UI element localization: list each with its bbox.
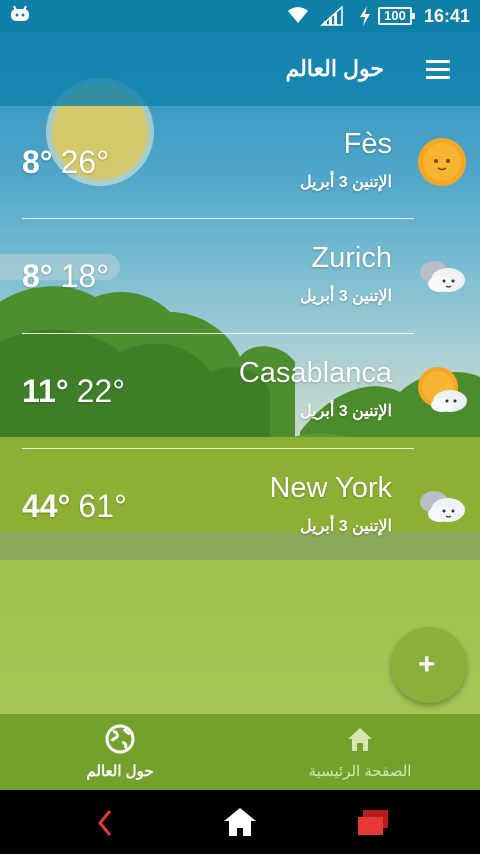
sunny-icon xyxy=(418,138,466,186)
status-clock: 16:41 xyxy=(424,6,471,26)
temperature-range: 8° 18° xyxy=(22,258,109,295)
city-name: Fès xyxy=(343,128,392,160)
city-row-new-york[interactable]: 44° 61° New York الإتنين 3 أبريل xyxy=(22,450,465,564)
city-name: Casablanca xyxy=(238,357,392,389)
high-temperature: 61° xyxy=(78,488,127,524)
back-icon[interactable] xyxy=(92,808,120,838)
low-temperature: 8° xyxy=(22,144,53,180)
row-divider xyxy=(22,448,414,449)
city-row-fes[interactable]: 8° 26° Fès الإتنين 3 أبريل xyxy=(22,106,466,220)
tab-home[interactable]: الصفحة الرئيسية xyxy=(240,714,480,790)
low-temperature: 44° xyxy=(22,488,71,524)
system-navigation-bar xyxy=(0,790,480,854)
city-name: New York xyxy=(269,472,392,504)
hamburger-menu-icon[interactable] xyxy=(426,60,450,84)
globe-icon xyxy=(105,724,135,754)
row-divider xyxy=(22,218,414,219)
high-temperature: 18° xyxy=(60,258,109,294)
home-icon xyxy=(348,728,372,751)
battery-level: 100 xyxy=(378,7,415,25)
bottom-tab-bar: حول العالم الصفحة الرئيسية xyxy=(0,714,480,790)
forecast-date: الإتنين 3 أبريل xyxy=(300,403,392,420)
charging-icon xyxy=(360,6,370,26)
wifi-icon xyxy=(288,7,308,23)
add-city-button[interactable]: + xyxy=(391,627,467,703)
recent-apps-icon[interactable] xyxy=(356,808,390,838)
temperature-range: 44° 61° xyxy=(22,488,127,525)
tab-label: الصفحة الرئيسية xyxy=(308,763,412,780)
add-icon: + xyxy=(418,648,436,681)
android-notification-icon xyxy=(11,6,29,21)
city-name: Zurich xyxy=(311,242,392,274)
temperature-range: 8° 26° xyxy=(22,144,109,181)
status-bar: 100 16:41 xyxy=(0,0,480,32)
app-toolbar: حول العالم xyxy=(0,32,480,106)
low-temperature: 8° xyxy=(22,258,53,294)
city-row-casablanca[interactable]: 11° 22° Casablanca الإتنين 3 أبريل xyxy=(22,335,467,449)
signal-icon xyxy=(320,6,343,26)
forecast-date: الإتنين 3 أبريل xyxy=(300,288,392,305)
low-temperature: 11° xyxy=(22,373,69,409)
tab-around-the-world[interactable]: حول العالم xyxy=(0,714,240,790)
tab-label: حول العالم xyxy=(86,763,154,780)
partly-cloudy-icon xyxy=(418,367,467,412)
temperature-range: 11° 22° xyxy=(22,373,125,410)
city-row-zurich[interactable]: 8° 18° Zurich الإتنين 3 أبريل xyxy=(22,220,465,334)
forecast-date: الإتنين 3 أبريل xyxy=(300,518,392,535)
cloudy-icon xyxy=(420,491,465,522)
home-nav-icon[interactable] xyxy=(222,806,258,838)
page-title: حول العالم xyxy=(285,56,384,81)
cloudy-icon xyxy=(420,261,465,292)
high-temperature: 22° xyxy=(76,373,126,409)
high-temperature: 26° xyxy=(60,144,109,180)
row-divider xyxy=(22,333,414,334)
forecast-date: الإتنين 3 أبريل xyxy=(300,174,392,191)
